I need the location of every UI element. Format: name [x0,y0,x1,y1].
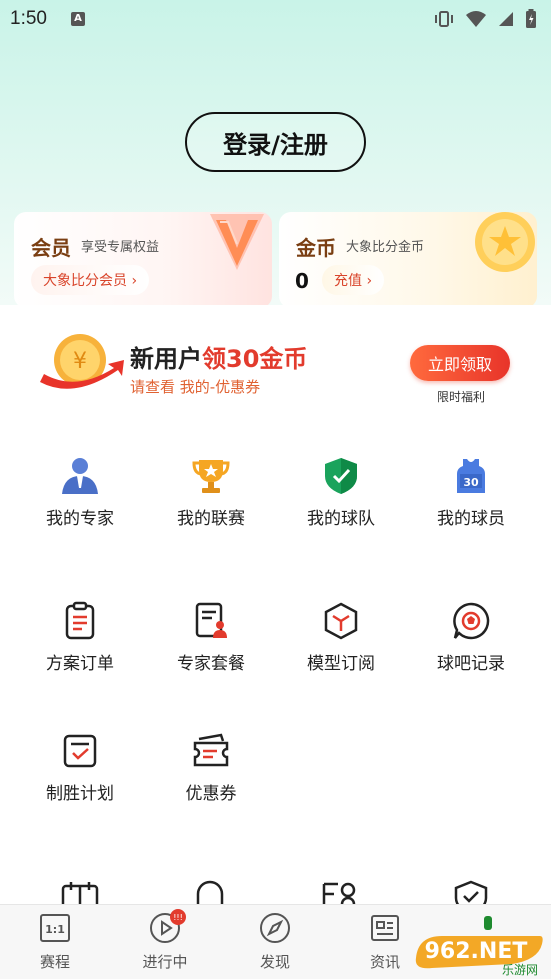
coin-title: 金币 [296,236,336,260]
grid-item-my-experts[interactable]: 我的专家 [15,456,145,529]
grid-label: 模型订阅 [307,654,375,674]
scoreboard-icon: 1:1 [38,911,72,945]
grid-label: 制胜计划 [46,784,114,804]
ticket-icon [191,731,231,771]
grid-label: 我的球员 [437,509,505,529]
coin-icon [475,212,535,272]
promo-title-prefix: 新用户 [130,345,202,373]
coin-subtitle: 大象比分金币 [346,240,425,255]
document-user-icon [191,601,231,641]
grid-label: 我的专家 [46,509,114,529]
tab-label: 进行中 [142,953,188,971]
status-icons [433,9,537,29]
watermark-sub: 乐游网 [502,963,538,976]
coin-card[interactable]: 金币 大象比分金币 0 充值 › [279,212,537,308]
stadium-icon [61,882,99,904]
grid-label: 球吧记录 [437,654,505,674]
vip-title: 会员 [31,236,71,260]
new-user-promo-banner[interactable]: ¥ 新用户领30金币 请查看 我的-优惠券 立即领取 限时福利 [0,315,551,410]
grid-label: 我的联赛 [177,509,245,529]
checklist-icon [60,731,100,771]
promo-subtitle: 请查看 我的-优惠券 [130,378,261,396]
tab-schedule[interactable]: 1:1 赛程 [10,911,100,972]
grid-item-expert-packages[interactable]: 专家套餐 [146,601,276,674]
limited-offer-label: 限时福利 [437,390,486,404]
battery-icon [526,9,536,28]
jersey-icon: 30 [451,456,491,496]
shield-check-icon [454,880,488,904]
gold-coin-icon: ¥ [40,334,124,389]
grid-item-plan-orders[interactable]: 方案订单 [15,601,145,674]
clipboard-icon [60,601,100,641]
login-register-button[interactable]: 登录/注册 [185,112,366,172]
status-time: 1:50 [10,8,47,29]
news-icon [368,911,402,945]
vip-subtitle: 享受专属权益 [81,240,160,255]
grid-label: 专家套餐 [177,654,245,674]
grid-item-my-leagues[interactable]: 我的联赛 [146,456,276,529]
promo-title: 新用户领30金币 [130,339,307,374]
tab-label: 发现 [259,953,290,971]
headset-icon [196,880,224,904]
grid-item-model-subscription[interactable]: 模型订阅 [276,601,406,674]
vip-badge-icon [210,214,264,270]
document-number-icon [322,882,356,904]
svg-text:¥: ¥ [73,349,87,374]
play-icon: !!! [148,909,186,945]
compass-icon [258,911,292,945]
coin-count: 0 [295,269,309,293]
grid-label: 方案订单 [46,654,114,674]
grid-label: 优惠券 [185,784,237,804]
promo-title-highlight: 领30金币 [202,345,308,373]
chat-ball-icon [451,601,491,641]
trophy-icon [191,456,231,496]
live-badge: !!! [170,909,186,925]
expert-icon [60,456,100,496]
tab-live[interactable]: !!! 进行中 [120,909,210,972]
tab-label: 赛程 [39,953,70,971]
signal-icon [499,12,513,26]
vip-link[interactable]: 大象比分会员 › [31,265,150,295]
grid-item-my-teams[interactable]: 我的球队 [276,456,406,529]
wifi-icon [466,11,486,27]
watermark-text: 962.NET [425,939,528,964]
grid-item-forum-records[interactable]: 球吧记录 [406,601,536,674]
grid-row-partial [0,878,551,904]
accessibility-icon: A [70,12,85,26]
grid-item-winning-plan[interactable]: 制胜计划 [15,731,145,804]
cube-icon [321,601,361,641]
claim-now-button[interactable]: 立即领取 [410,345,510,381]
watermark-logo: 962.NET 乐游网 [412,914,547,979]
tab-label: 资讯 [369,953,400,971]
grid-item-my-players[interactable]: 30 我的球员 [406,456,536,529]
vibrate-icon [435,11,453,27]
grid-label: 我的球队 [307,509,375,529]
tab-discover[interactable]: 发现 [230,911,320,972]
status-bar: 1:50 A [0,0,551,38]
scoreboard-text: 1:1 [45,923,65,936]
shield-icon [321,456,361,496]
vip-card[interactable]: 会员 享受专属权益 大象比分会员 › [14,212,272,308]
svg-text:30: 30 [463,476,479,489]
recharge-button[interactable]: 充值 › [322,265,385,295]
grid-item-coupons[interactable]: 优惠券 [146,731,276,804]
